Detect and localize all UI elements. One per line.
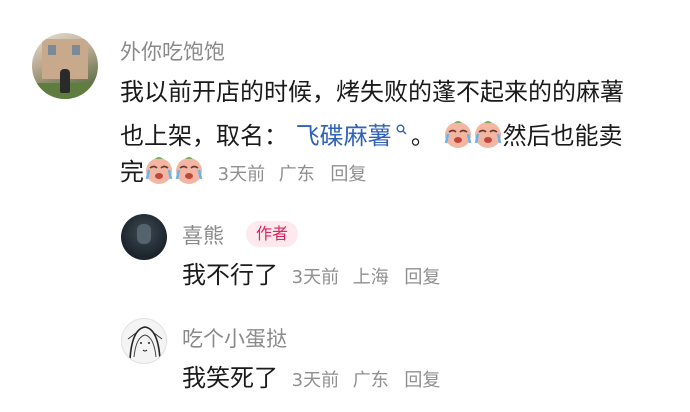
reply-time: 3天前: [291, 370, 340, 391]
reply-time: 3天前: [291, 267, 340, 288]
reply-location: 广东: [352, 370, 389, 391]
crying-face-emoji: [473, 119, 503, 149]
reply-text: 我笑死了: [182, 364, 278, 392]
reply-button[interactable]: 回复: [404, 370, 440, 391]
crying-face-emoji: [144, 155, 174, 185]
comment-text: 我以前开店的时候，烤失败的蓬不起来的的麻薯: [120, 78, 624, 106]
reply-text: 我不行了: [182, 261, 278, 289]
comment-text: 完: [120, 158, 144, 186]
avatar[interactable]: [121, 214, 167, 260]
comment-text: 然后也能卖: [502, 122, 623, 150]
comment-text-line: 我以前开店的时候，烤失败的蓬不起来的的麻薯: [120, 72, 624, 112]
comment-text-line: 也上架，取名： 飞碟麻薯 。 然后也能卖: [120, 112, 623, 156]
author-badge: 作者: [246, 221, 299, 247]
reply-text-line: 我笑死了 3天前 广东 回复: [182, 358, 440, 401]
comment-text: 也上架，取名：: [120, 122, 288, 150]
comment-text: 。: [410, 122, 435, 150]
avatar-sketch: [127, 326, 163, 360]
reply-location: 上海: [352, 267, 389, 288]
comment-location: 广东: [278, 164, 315, 185]
avatar[interactable]: [32, 33, 98, 99]
reply-button[interactable]: 回复: [404, 267, 440, 288]
comment-text-line: 完 3天前 广东 回复: [120, 152, 366, 195]
search-icon[interactable]: [392, 124, 411, 139]
crying-face-emoji: [174, 155, 204, 185]
avatar-detail: [137, 224, 151, 244]
avatar-detail: [72, 45, 80, 55]
reply-text-line: 我不行了 3天前 上海 回复: [182, 255, 440, 298]
avatar-detail: [48, 45, 56, 55]
crying-face-emoji: [443, 119, 473, 149]
search-link-text[interactable]: 飞碟麻薯: [296, 122, 392, 150]
comment-time: 3天前: [217, 164, 266, 185]
reply-username[interactable]: 吃个小蛋挞: [182, 323, 287, 353]
comment-username[interactable]: 外你吃饱饱: [120, 36, 225, 66]
avatar-detail: [60, 69, 70, 93]
reply-username[interactable]: 喜熊: [182, 220, 224, 250]
avatar[interactable]: [121, 318, 167, 364]
reply-button[interactable]: 回复: [330, 164, 366, 185]
search-link[interactable]: 飞碟麻薯: [296, 122, 411, 150]
